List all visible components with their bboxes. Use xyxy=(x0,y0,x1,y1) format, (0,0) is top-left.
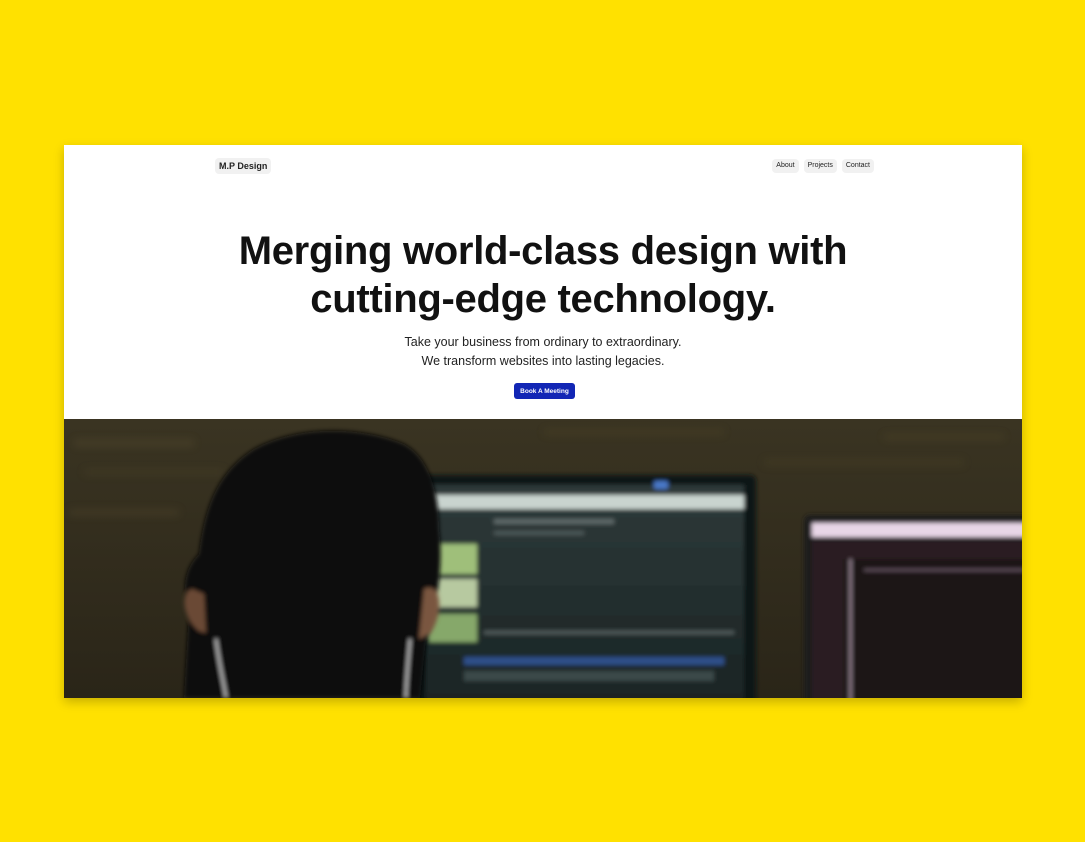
nav-link-contact[interactable]: Contact xyxy=(841,159,874,173)
hero-photo xyxy=(64,419,1022,698)
hero-headline: Merging world-class design with cutting-… xyxy=(64,227,1022,323)
hero-subtitle: Take your business from ordinary to extr… xyxy=(64,333,1022,371)
person-at-computer-image xyxy=(64,419,1022,698)
hero-subtitle-line-1: Take your business from ordinary to extr… xyxy=(404,335,682,349)
nav-link-about[interactable]: About xyxy=(772,159,799,173)
nav-link-projects[interactable]: Projects xyxy=(803,159,837,173)
hero-subtitle-line-2: We transform websites into lasting legac… xyxy=(421,354,665,368)
hero-headline-line-2: cutting-edge technology. xyxy=(310,277,776,321)
nav-menu: About Projects Contact xyxy=(772,159,874,173)
website-preview: M.P Design About Projects Contact Mergin… xyxy=(64,145,1022,698)
book-meeting-button[interactable]: Book A Meeting xyxy=(514,383,575,399)
top-navigation: M.P Design About Projects Contact xyxy=(64,145,1022,189)
site-logo[interactable]: M.P Design xyxy=(215,158,272,174)
hero-headline-line-1: Merging world-class design with xyxy=(238,229,848,273)
